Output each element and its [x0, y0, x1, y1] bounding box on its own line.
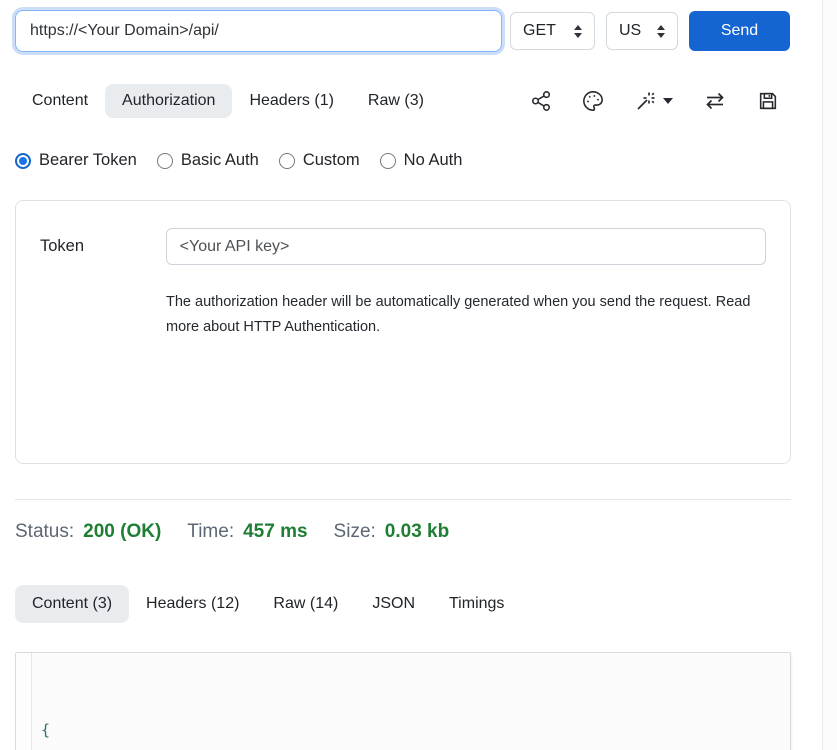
size-label: Size:: [334, 521, 376, 543]
method-select-value: GET: [523, 22, 556, 40]
select-arrows-icon: [657, 25, 665, 38]
request-toolbar: [530, 89, 791, 113]
token-input[interactable]: [166, 228, 766, 265]
bearer-token-panel: Token The authorization header will be a…: [15, 200, 791, 464]
auth-option-label: Basic Auth: [181, 151, 259, 170]
size-value: 0.03 kb: [385, 521, 449, 543]
page-right-gutter: [822, 0, 837, 750]
code-gutter: [16, 653, 32, 750]
auth-option-no-auth[interactable]: No Auth: [380, 151, 463, 170]
swap-arrows-icon[interactable]: [703, 89, 727, 113]
save-icon[interactable]: [757, 90, 779, 112]
share-icon[interactable]: [530, 90, 552, 112]
magic-wand-icon[interactable]: [634, 89, 673, 113]
auth-option-label: No Auth: [404, 151, 463, 170]
palette-icon[interactable]: [582, 90, 604, 112]
auth-option-label: Bearer Token: [39, 151, 137, 170]
time-value: 457 ms: [243, 521, 307, 543]
radio-custom[interactable]: [279, 153, 295, 169]
auth-option-custom[interactable]: Custom: [279, 151, 360, 170]
token-label: Token: [40, 237, 166, 256]
tab-raw[interactable]: Raw (3): [351, 84, 441, 118]
section-divider: [15, 499, 791, 500]
time-label: Time:: [187, 521, 234, 543]
response-body[interactable]: { "message": "API running." }: [15, 652, 791, 750]
resp-tab-timings[interactable]: Timings: [432, 585, 521, 623]
tab-content[interactable]: Content: [15, 84, 105, 118]
status-group: Status: 200 (OK): [15, 521, 161, 543]
code-line: {: [41, 717, 790, 743]
auth-option-bearer-token[interactable]: Bearer Token: [15, 151, 137, 170]
resp-tab-raw[interactable]: Raw (14): [256, 585, 355, 623]
size-group: Size: 0.03 kb: [334, 521, 450, 543]
response-tabs: Content (3) Headers (12) Raw (14) JSON T…: [15, 585, 791, 623]
status-label: Status:: [15, 521, 74, 543]
response-status-row: Status: 200 (OK) Time: 457 ms Size: 0.03…: [15, 521, 449, 543]
tab-headers[interactable]: Headers (1): [232, 84, 350, 118]
auth-option-label: Custom: [303, 151, 360, 170]
request-tabs: Content Authorization Headers (1) Raw (3…: [15, 84, 791, 118]
json-open-brace: {: [41, 721, 50, 739]
auth-type-options: Bearer Token Basic Auth Custom No Auth: [15, 151, 462, 170]
chevron-down-icon: [663, 98, 673, 104]
resp-tab-headers[interactable]: Headers (12): [129, 585, 256, 623]
response-json: { "message": "API running." }: [32, 653, 790, 750]
radio-no-auth[interactable]: [380, 153, 396, 169]
auth-option-basic-auth[interactable]: Basic Auth: [157, 151, 259, 170]
time-group: Time: 457 ms: [187, 521, 307, 543]
token-help-text: The authorization header will be automat…: [166, 290, 754, 340]
method-select[interactable]: GET: [510, 12, 595, 50]
radio-basic-auth[interactable]: [157, 153, 173, 169]
status-value: 200 (OK): [83, 521, 161, 543]
radio-bearer-token[interactable]: [15, 153, 31, 169]
resp-tab-json[interactable]: JSON: [355, 585, 432, 623]
region-select-value: US: [619, 22, 641, 40]
resp-tab-content[interactable]: Content (3): [15, 585, 129, 623]
api-client-page: GET US Send Content Authorization Header…: [0, 0, 837, 750]
request-bar: GET US Send: [15, 10, 791, 52]
url-input[interactable]: [15, 10, 502, 52]
select-arrows-icon: [574, 25, 582, 38]
region-select[interactable]: US: [606, 12, 678, 50]
token-row: Token: [40, 228, 766, 265]
send-button[interactable]: Send: [689, 11, 790, 51]
tab-authorization[interactable]: Authorization: [105, 84, 232, 118]
